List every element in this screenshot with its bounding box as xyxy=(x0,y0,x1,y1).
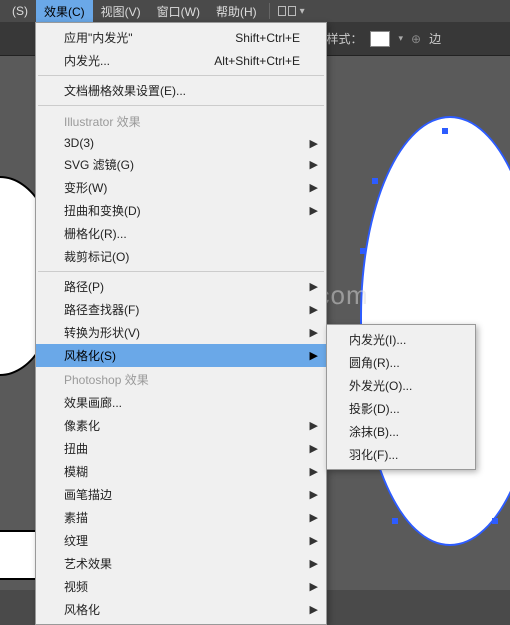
chevron-right-icon: ▶ xyxy=(310,442,318,455)
chevron-right-icon: ▶ xyxy=(310,511,318,524)
chevron-right-icon: ▶ xyxy=(310,419,318,432)
menu-apply-last[interactable]: 应用"内发光"Shift+Ctrl+E xyxy=(36,26,326,49)
menu-separator xyxy=(38,105,324,106)
chevron-right-icon: ▶ xyxy=(310,303,318,316)
submenu-item-1[interactable]: 圆角(R)... xyxy=(327,351,475,374)
menu-raster-settings[interactable]: 文档栅格效果设置(E)... xyxy=(36,79,326,102)
menu-separator xyxy=(38,271,324,272)
menu-item-ps-0[interactable]: 效果画廊... xyxy=(36,391,326,414)
menu-help[interactable]: 帮助(H) xyxy=(208,0,265,23)
chevron-right-icon: ▶ xyxy=(310,181,318,194)
menu-item-ps-8[interactable]: 视频▶ xyxy=(36,575,326,598)
menubar-divider xyxy=(269,3,270,19)
chevron-right-icon: ▶ xyxy=(310,580,318,593)
chevron-right-icon: ▶ xyxy=(310,465,318,478)
menubar: (S) 效果(C) 视图(V) 窗口(W) 帮助(H) ▾ xyxy=(0,0,510,22)
chevron-right-icon: ▶ xyxy=(310,137,318,150)
section-illustrator-effects: Illustrator 效果 xyxy=(36,109,326,133)
menu-item-ai-4[interactable]: 栅格化(R)... xyxy=(36,222,326,245)
menu-item-ai-1[interactable]: SVG 滤镜(G)▶ xyxy=(36,153,326,176)
submenu-item-4[interactable]: 涂抹(B)... xyxy=(327,420,475,443)
chevron-right-icon: ▶ xyxy=(310,557,318,570)
menu-item-ps-4[interactable]: 画笔描边▶ xyxy=(36,483,326,506)
menu-item-ai-3[interactable]: 扭曲和变换(D)▶ xyxy=(36,199,326,222)
chevron-right-icon: ▶ xyxy=(310,158,318,171)
menu-item-ai-0[interactable]: 3D(3)▶ xyxy=(36,133,326,153)
section-photoshop-effects: Photoshop 效果 xyxy=(36,367,326,391)
style-label: 样式： xyxy=(326,30,362,47)
menu-window[interactable]: 窗口(W) xyxy=(149,0,208,23)
chevron-right-icon: ▶ xyxy=(310,326,318,339)
style-swatch[interactable] xyxy=(370,31,390,47)
menu-item-ps-9[interactable]: 风格化▶ xyxy=(36,598,326,621)
arrange-documents-icon[interactable]: ▾ xyxy=(274,6,309,17)
menu-item-ps-6[interactable]: 纹理▶ xyxy=(36,529,326,552)
menu-item-ai-7[interactable]: 路径查找器(F)▶ xyxy=(36,298,326,321)
menu-item-ps-7[interactable]: 艺术效果▶ xyxy=(36,552,326,575)
chevron-right-icon: ▶ xyxy=(310,488,318,501)
edge-label: 边 xyxy=(429,30,441,47)
submenu-item-3[interactable]: 投影(D)... xyxy=(327,397,475,420)
effect-menu-dropdown: 应用"内发光"Shift+Ctrl+E 内发光...Alt+Shift+Ctrl… xyxy=(35,22,327,625)
chevron-right-icon: ▶ xyxy=(310,534,318,547)
menu-item-ai-5[interactable]: 裁剪标记(O) xyxy=(36,245,326,268)
submenu-item-2[interactable]: 外发光(O)... xyxy=(327,374,475,397)
menu-last-effect[interactable]: 内发光...Alt+Shift+Ctrl+E xyxy=(36,49,326,72)
chevron-right-icon: ▶ xyxy=(310,603,318,616)
menu-view[interactable]: 视图(V) xyxy=(93,0,149,23)
menu-item-ai-6[interactable]: 路径(P)▶ xyxy=(36,275,326,298)
stylize-submenu: 内发光(I)...圆角(R)...外发光(O)...投影(D)...涂抹(B).… xyxy=(326,324,476,470)
menu-item-ai-8[interactable]: 转换为形状(V)▶ xyxy=(36,321,326,344)
submenu-item-5[interactable]: 羽化(F)... xyxy=(327,443,475,466)
globe-icon[interactable]: ⊕ xyxy=(411,32,421,46)
menu-item-ps-1[interactable]: 像素化▶ xyxy=(36,414,326,437)
submenu-item-0[interactable]: 内发光(I)... xyxy=(327,328,475,351)
menu-item-ai-9[interactable]: 风格化(S)▶ xyxy=(36,344,326,367)
menu-item-ps-3[interactable]: 模糊▶ xyxy=(36,460,326,483)
menu-item-ai-2[interactable]: 变形(W)▶ xyxy=(36,176,326,199)
menu-item-ps-5[interactable]: 素描▶ xyxy=(36,506,326,529)
chevron-right-icon: ▶ xyxy=(310,280,318,293)
style-dropdown-arrow[interactable]: ▾ xyxy=(398,33,403,44)
menu-separator xyxy=(38,75,324,76)
menu-s[interactable]: (S) xyxy=(4,1,36,21)
menu-effect[interactable]: 效果(C) xyxy=(36,0,93,23)
chevron-right-icon: ▶ xyxy=(310,349,318,362)
chevron-right-icon: ▶ xyxy=(310,204,318,217)
menu-item-ps-2[interactable]: 扭曲▶ xyxy=(36,437,326,460)
